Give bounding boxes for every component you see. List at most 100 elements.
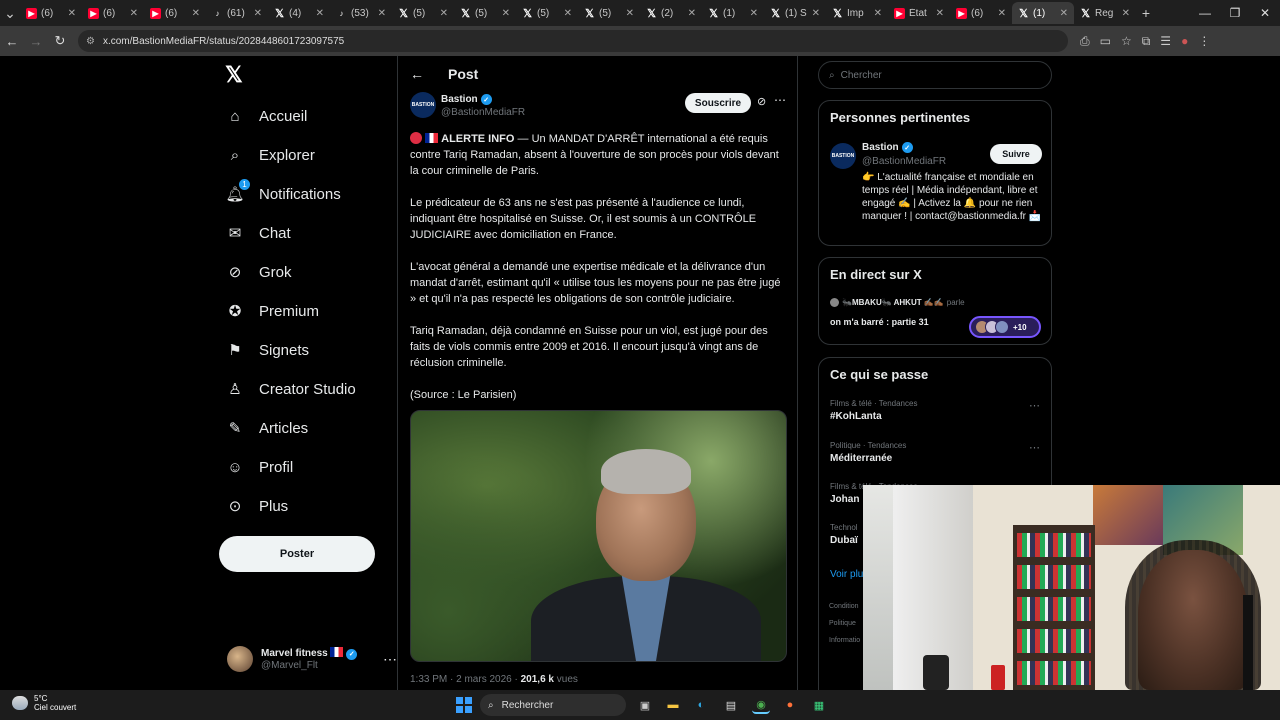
footer-link[interactable]: Condition — [829, 603, 859, 610]
tab-list-button[interactable]: ⌄ — [0, 5, 20, 22]
weather-widget[interactable]: 5°C Ciel couvert — [12, 694, 76, 712]
back-arrow-icon[interactable]: ← — [410, 66, 424, 82]
browser-tab[interactable]: 𝕏 (1) S ✕ — [764, 2, 826, 24]
browser-menu-icon[interactable]: ⋮ — [1198, 34, 1210, 49]
nav-item-plus[interactable]: ⊙ Plus — [225, 491, 288, 521]
tab-close-icon[interactable]: ✕ — [378, 8, 386, 19]
trend-item[interactable]: Politique · Tendances Méditerranée ⋯ — [830, 441, 1040, 464]
forward-button[interactable]: → — [24, 34, 48, 49]
tab-close-icon[interactable]: ✕ — [626, 8, 634, 19]
back-button[interactable]: ← — [0, 34, 24, 49]
app-icon[interactable]: ▦ — [810, 696, 828, 714]
browser-tab[interactable]: 𝕏 (2) ✕ — [640, 2, 702, 24]
nav-item-creator-studio[interactable]: ♙ Creator Studio — [225, 374, 355, 404]
browser-tab[interactable]: ♪ (53) ✕ — [330, 2, 392, 24]
browser-tab[interactable]: ▶ (6) ✕ — [950, 2, 1012, 24]
extensions-icon[interactable]: ⧉ — [1142, 34, 1151, 49]
new-tab-button[interactable]: + — [1136, 5, 1156, 21]
nav-item-articles[interactable]: ✎ Articles — [225, 413, 308, 443]
trend-item[interactable]: Films & télé · Tendances #KohLanta ⋯ — [830, 399, 1040, 422]
task-view-icon[interactable]: ▣ — [636, 696, 654, 714]
subscribe-button[interactable]: Souscrire — [685, 93, 751, 113]
browser-tab[interactable]: 𝕏 (1) ✕ — [702, 2, 764, 24]
nav-item-premium[interactable]: ✪ Premium — [225, 296, 319, 326]
author-name[interactable]: Bastion — [441, 94, 478, 105]
tab-close-icon[interactable]: ✕ — [1060, 8, 1068, 19]
browser-tab[interactable]: 𝕏 (5) ✕ — [454, 2, 516, 24]
nav-item-profil[interactable]: ☺ Profil — [225, 452, 293, 482]
see-more-link[interactable]: Voir plu — [830, 569, 863, 580]
store-icon[interactable]: ▤ — [722, 696, 740, 714]
tab-search-icon[interactable]: ☰ — [1160, 34, 1171, 49]
tab-close-icon[interactable]: ✕ — [130, 8, 138, 19]
nav-item-grok[interactable]: ⊘ Grok — [225, 257, 292, 287]
browser-tab[interactable]: 𝕏 (5) ✕ — [392, 2, 454, 24]
browser-tab[interactable]: ▶ (6) ✕ — [144, 2, 206, 24]
x-logo-icon[interactable]: 𝕏 — [225, 63, 249, 87]
follow-button[interactable]: Suivre — [990, 144, 1042, 164]
reload-button[interactable]: ↻ — [48, 33, 72, 49]
browser-tab[interactable]: 𝕏 (4) ✕ — [268, 2, 330, 24]
author-handle[interactable]: @BastionMediaFR — [441, 107, 525, 118]
nav-item-explorer[interactable]: ⌕ Explorer — [225, 140, 315, 170]
person-name[interactable]: Bastion — [862, 142, 899, 153]
site-info-icon[interactable]: ⚙ — [86, 36, 95, 47]
grok-icon[interactable]: ⊘ — [757, 95, 766, 108]
nav-item-signets[interactable]: ⚑ Signets — [225, 335, 309, 365]
tab-close-icon[interactable]: ✕ — [936, 8, 944, 19]
browser-tab[interactable]: 𝕏 Reg ✕ — [1074, 2, 1136, 24]
tab-close-icon[interactable]: ✕ — [192, 8, 200, 19]
tweet-timestamp[interactable]: 1:33 PM · 2 mars 2026 · — [410, 674, 521, 685]
more-icon[interactable]: ⋯ — [1029, 399, 1040, 412]
browser-tab[interactable]: ♪ (61) ✕ — [206, 2, 268, 24]
tab-close-icon[interactable]: ✕ — [254, 8, 262, 19]
tab-close-icon[interactable]: ✕ — [1122, 8, 1130, 19]
tab-close-icon[interactable]: ✕ — [688, 8, 696, 19]
listeners-pill[interactable]: +10 — [969, 316, 1041, 338]
url-bar[interactable]: ⚙ x.com/BastionMediaFR/status/2028448601… — [78, 30, 1068, 52]
browser-tab[interactable]: ▶ (6) ✕ — [20, 2, 82, 24]
browser-tab[interactable]: 𝕏 (1) ✕ — [1012, 2, 1074, 24]
screenshot-icon[interactable]: ⎙ — [1080, 34, 1090, 49]
taskbar-search[interactable]: ⌕ Rechercher — [480, 694, 626, 716]
author-avatar[interactable]: BASTION — [410, 92, 436, 118]
space-title[interactable]: on m'a barré : partie 31 — [830, 317, 929, 327]
nav-item-accueil[interactable]: ⌂ Accueil — [225, 101, 307, 131]
tab-close-icon[interactable]: ✕ — [68, 8, 76, 19]
browser-tab[interactable]: ▶ (6) ✕ — [82, 2, 144, 24]
more-icon[interactable]: ⋯ — [774, 93, 786, 107]
more-icon[interactable]: ⋯ — [383, 651, 397, 668]
start-button[interactable] — [456, 697, 472, 713]
more-icon[interactable]: ⋯ — [1029, 441, 1040, 454]
cast-icon[interactable]: ▭ — [1100, 34, 1111, 49]
post-button[interactable]: Poster — [219, 536, 375, 572]
edge-icon[interactable]: ◐ — [692, 696, 710, 714]
tab-close-icon[interactable]: ✕ — [502, 8, 510, 19]
nav-item-chat[interactable]: ✉ Chat — [225, 218, 291, 248]
search-input[interactable]: ⌕ Chercher — [818, 61, 1052, 89]
tab-close-icon[interactable]: ✕ — [564, 8, 572, 19]
tab-close-icon[interactable]: ✕ — [874, 8, 882, 19]
firefox-icon[interactable]: ● — [781, 696, 799, 714]
maximize-button[interactable]: ❐ — [1220, 0, 1250, 26]
browser-tab[interactable]: 𝕏 Imp ✕ — [826, 2, 888, 24]
footer-link[interactable]: Politique — [829, 620, 856, 627]
tab-close-icon[interactable]: ✕ — [750, 8, 758, 19]
browser-tab[interactable]: ▶ État ✕ — [888, 2, 950, 24]
chrome-icon[interactable]: ◉ — [752, 696, 770, 714]
tab-close-icon[interactable]: ✕ — [998, 8, 1006, 19]
person-avatar[interactable]: BASTION — [830, 143, 856, 169]
nav-item-notifications[interactable]: 🔔︎ 1 Notifications — [225, 179, 341, 209]
bookmark-star-icon[interactable]: ☆ — [1121, 34, 1132, 49]
tab-close-icon[interactable]: ✕ — [316, 8, 324, 19]
browser-tab[interactable]: 𝕏 (5) ✕ — [578, 2, 640, 24]
footer-link[interactable]: Informatio — [829, 637, 860, 644]
profile-icon[interactable]: ● — [1181, 34, 1188, 49]
tab-close-icon[interactable]: ✕ — [812, 8, 820, 19]
account-switcher[interactable]: Marvel fitness ✓ @Marvel_Flt ⋯ — [227, 644, 397, 674]
tab-close-icon[interactable]: ✕ — [440, 8, 448, 19]
minimize-button[interactable]: — — [1190, 0, 1220, 26]
file-explorer-icon[interactable]: ▬ — [664, 696, 682, 714]
tweet-photo[interactable] — [410, 410, 787, 662]
close-window-button[interactable]: ✕ — [1250, 0, 1280, 26]
